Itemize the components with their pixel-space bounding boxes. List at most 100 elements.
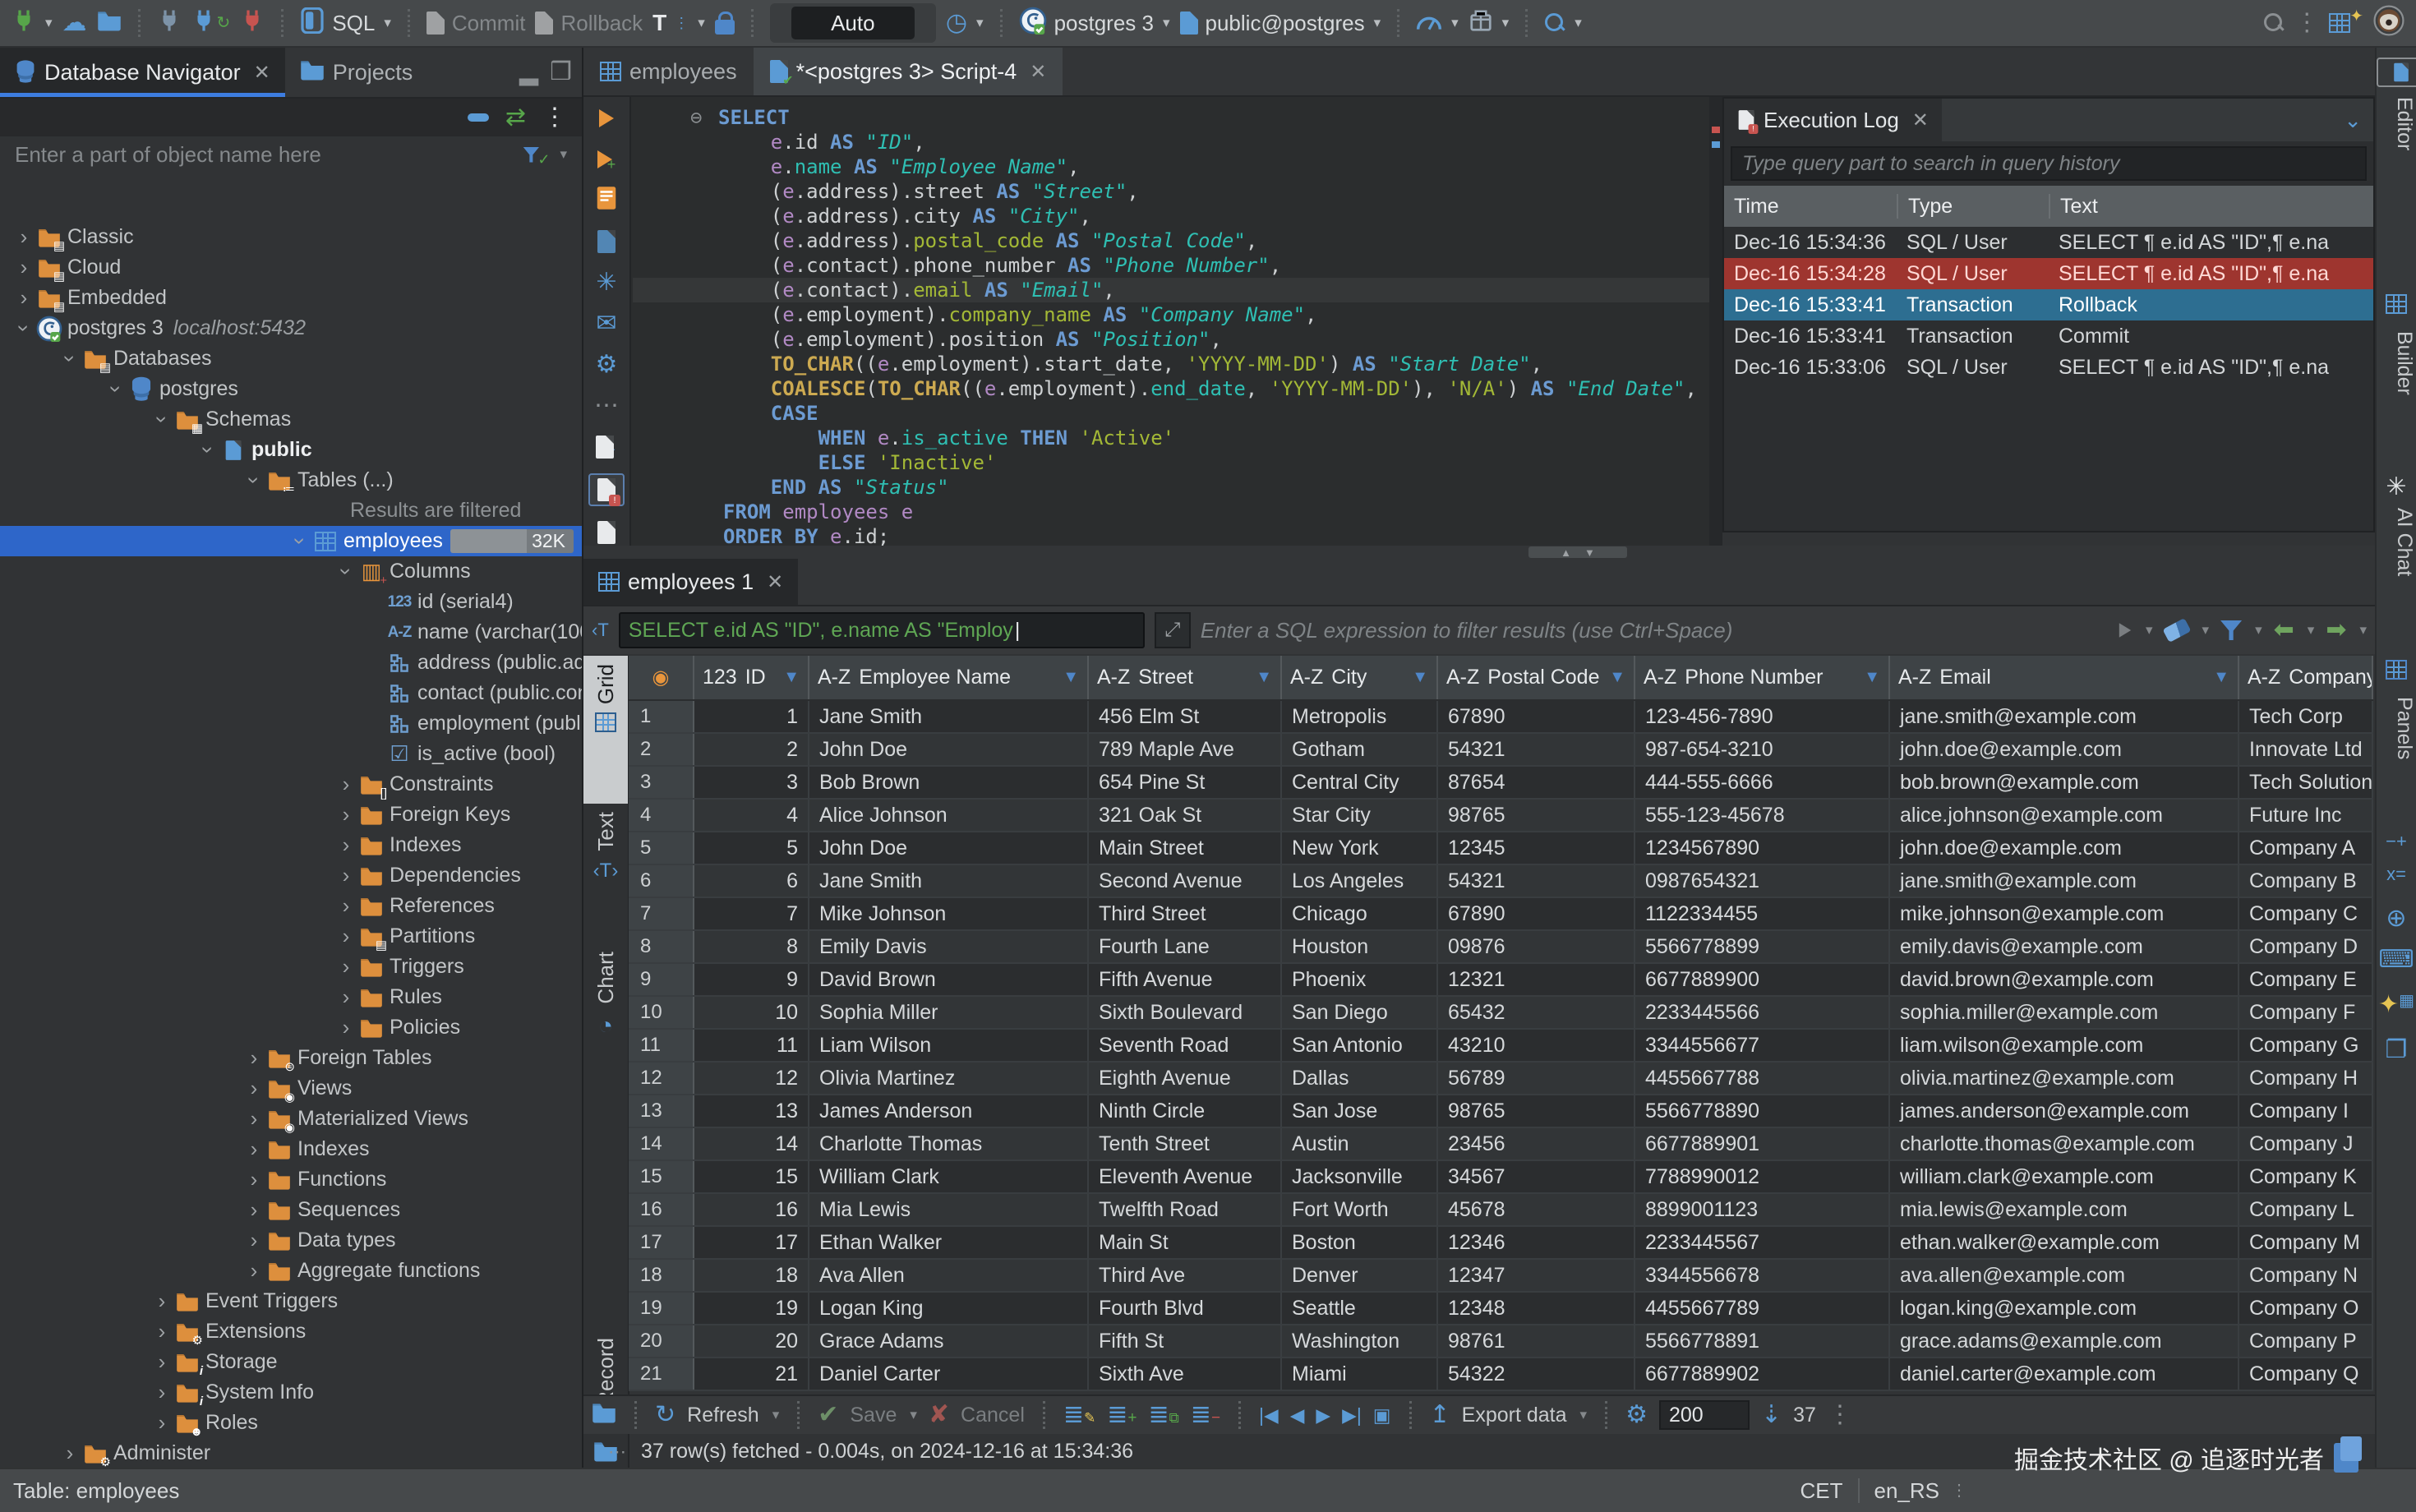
cell[interactable]: Tech Corp xyxy=(2239,701,2373,732)
cell[interactable]: 2233445566 xyxy=(1635,997,1890,1028)
sidebar-editor-label[interactable]: Editor xyxy=(2377,97,2416,150)
grouping-icon[interactable]: ⊕ xyxy=(2377,906,2416,931)
chevron-icon[interactable]: › xyxy=(245,1167,263,1192)
cell[interactable]: 12348 xyxy=(1438,1293,1635,1324)
chevron-icon[interactable]: › xyxy=(337,893,355,919)
chevron-icon[interactable]: › xyxy=(245,1258,263,1284)
cell[interactable]: 19 xyxy=(694,1293,809,1324)
cloud-connection-icon[interactable]: ☁ xyxy=(62,11,87,35)
cell[interactable]: 12345 xyxy=(1438,832,1635,864)
openai-icon[interactable]: ✳ xyxy=(2377,475,2416,500)
cell[interactable]: 3344556678 xyxy=(1635,1260,1890,1291)
nav-back-icon[interactable]: ⬅ xyxy=(2274,618,2294,643)
horizontal-splitter[interactable]: ▲▼ xyxy=(583,546,2375,559)
tree-item[interactable]: ›Indexes xyxy=(0,830,582,860)
cell[interactable]: 5566778891 xyxy=(1635,1325,1890,1357)
close-icon[interactable]: ✕ xyxy=(1030,60,1046,84)
tree-item[interactable]: ›▤Cloud xyxy=(0,252,582,283)
sidebar-panels-label[interactable]: Panels xyxy=(2377,697,2416,759)
cell[interactable]: 56789 xyxy=(1438,1063,1635,1094)
link-editor-icon[interactable]: ⇄ xyxy=(505,105,526,130)
cancel-button[interactable]: Cancel xyxy=(961,1404,1025,1427)
save-button[interactable]: Save xyxy=(850,1404,897,1427)
filter-funnel-icon[interactable] xyxy=(523,147,539,163)
tree-item[interactable]: ›▤Partitions xyxy=(0,921,582,952)
email-result-icon[interactable]: ✉ xyxy=(590,309,623,339)
delete-row-icon[interactable]: ≣− xyxy=(1191,1403,1220,1427)
cell[interactable]: Main St xyxy=(1089,1227,1282,1258)
cell[interactable]: Fourth Lane xyxy=(1089,931,1282,962)
cell[interactable]: Ethan Walker xyxy=(809,1227,1089,1258)
cell[interactable]: daniel.carter@example.com xyxy=(1890,1358,2239,1390)
tab-chart[interactable]: Chart ◔ xyxy=(583,943,628,1091)
cell[interactable]: San Diego xyxy=(1282,997,1438,1028)
tree-item[interactable]: Results are filtered xyxy=(0,496,582,526)
transaction-lock-icon[interactable] xyxy=(715,12,735,35)
object-filter-input[interactable]: Enter a part of object name here xyxy=(15,142,514,168)
chevron-icon[interactable]: › xyxy=(245,1106,263,1132)
column-header-employee-name[interactable]: A-ZEmployee Name▼ xyxy=(809,656,1089,699)
cell[interactable]: 8 xyxy=(694,931,809,962)
row-number[interactable]: 13 xyxy=(629,1095,694,1127)
cell[interactable]: Fifth Avenue xyxy=(1089,964,1282,995)
first-row-icon[interactable]: |◀ xyxy=(1259,1406,1279,1425)
cell[interactable]: 21 xyxy=(694,1358,809,1390)
cell[interactable]: 45678 xyxy=(1438,1194,1635,1225)
export-from-query-icon[interactable]: → xyxy=(590,432,623,462)
chevron-icon[interactable]: › xyxy=(245,1228,263,1253)
cell[interactable]: Company D xyxy=(2239,931,2373,962)
row-number[interactable]: 17 xyxy=(629,1227,694,1258)
splitter-grip[interactable]: ▲▼ xyxy=(1528,546,1627,558)
tree-item[interactable]: ›postgres 3localhost:5432 xyxy=(0,313,582,343)
cell[interactable]: 54321 xyxy=(1438,734,1635,765)
cell[interactable]: Star City xyxy=(1282,800,1438,831)
cell[interactable]: Fourth Blvd xyxy=(1089,1293,1282,1324)
chevron-icon[interactable]: › xyxy=(61,1441,79,1466)
cell[interactable]: Company N xyxy=(2239,1260,2373,1291)
table-row[interactable]: 1414Charlotte ThomasTenth StreetAustin23… xyxy=(629,1128,2373,1161)
explain-plan-icon[interactable] xyxy=(590,227,623,256)
cell[interactable]: 12 xyxy=(694,1063,809,1094)
cell[interactable]: 15 xyxy=(694,1161,809,1192)
cell[interactable]: 54321 xyxy=(1438,865,1635,897)
cell[interactable]: Sixth Boulevard xyxy=(1089,997,1282,1028)
commit-button[interactable]: Commit xyxy=(426,11,526,36)
tab-execution-log[interactable]: ! Execution Log ✕ xyxy=(1724,99,1942,141)
refresh-icon[interactable]: ↻ xyxy=(655,1403,675,1427)
tree-item[interactable]: ›Aggregate functions xyxy=(0,1256,582,1286)
tree-item[interactable]: ›▤Embedded xyxy=(0,283,582,313)
metadata-icon[interactable]: ✦▦ xyxy=(2377,993,2416,1017)
export-data-button[interactable]: Export data xyxy=(1462,1404,1567,1427)
row-number[interactable]: 12 xyxy=(629,1063,694,1094)
chevron-icon[interactable]: › xyxy=(15,224,33,250)
cell[interactable]: 4 xyxy=(694,800,809,831)
cell[interactable]: 5 xyxy=(694,832,809,864)
row-number[interactable]: 11 xyxy=(629,1030,694,1061)
cell[interactable]: Sophia Miller xyxy=(809,997,1089,1028)
table-row[interactable]: 1212Olivia MartinezEighth AvenueDallas56… xyxy=(629,1063,2373,1095)
tree-item[interactable]: ›Indexes xyxy=(0,1134,582,1164)
clear-filter-icon[interactable] xyxy=(2162,618,2191,643)
collapse-chevron-icon[interactable]: ⌄ xyxy=(2344,108,2362,133)
cell[interactable]: 13 xyxy=(694,1095,809,1127)
connection-selector[interactable]: postgres 3▾ xyxy=(1019,7,1170,40)
cell[interactable]: 98765 xyxy=(1438,1095,1635,1127)
chevron-icon[interactable]: › xyxy=(153,1319,171,1344)
chevron-icon[interactable]: › xyxy=(337,954,355,980)
cell[interactable]: Future Inc xyxy=(2239,800,2373,831)
editor-scrollbar[interactable] xyxy=(1709,97,1722,546)
cell[interactable]: 3 xyxy=(694,767,809,798)
execution-log-icon[interactable]: ! xyxy=(588,473,625,506)
table-row[interactable]: 77Mike JohnsonThird StreetChicago6789011… xyxy=(629,898,2373,931)
cell[interactable]: Ava Allen xyxy=(809,1260,1089,1291)
cell[interactable]: jane.smith@example.com xyxy=(1890,701,2239,732)
cell[interactable]: Los Angeles xyxy=(1282,865,1438,897)
column-header-id[interactable]: 123ID▼ xyxy=(694,656,809,699)
cell[interactable]: 14 xyxy=(694,1128,809,1159)
log-row[interactable]: Dec-16 15:34:36SQL / UserSELECT ¶ e.id A… xyxy=(1724,227,2373,258)
row-number[interactable]: 9 xyxy=(629,964,694,995)
cell[interactable]: 6677889900 xyxy=(1635,964,1890,995)
calc-panel-icon[interactable] xyxy=(2377,660,2416,680)
tree-item[interactable]: ›Dependencies xyxy=(0,860,582,891)
builder-icon[interactable] xyxy=(2377,294,2416,314)
